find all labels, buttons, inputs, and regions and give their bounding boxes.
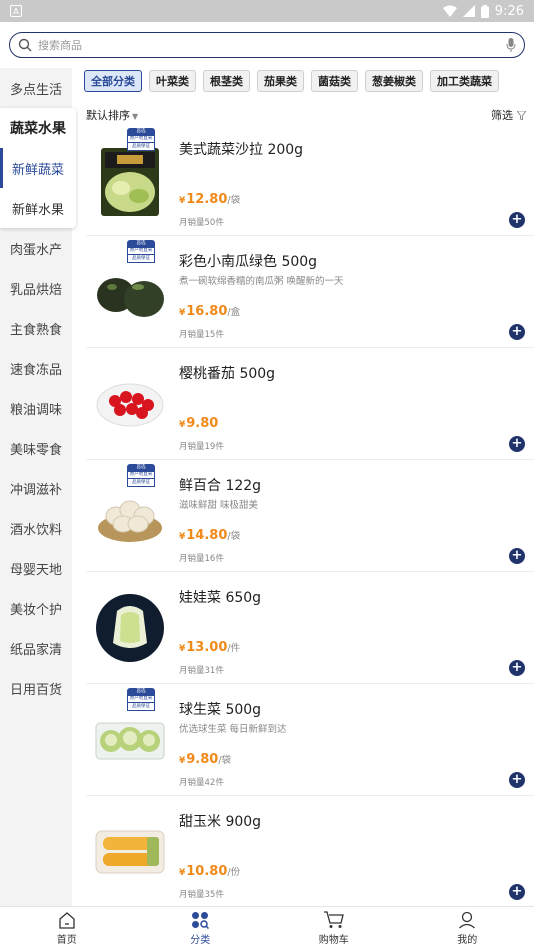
notification-icon: A (10, 5, 22, 17)
sidebar-item[interactable]: 酒水饮料 (0, 508, 72, 548)
sidebar-subitem-fresh-fruits[interactable]: 新鲜水果 (0, 188, 76, 228)
cart-icon (323, 911, 344, 928)
product-sales: 月销量19件 (179, 442, 224, 452)
sort-bar: 默认排序 ▼ 筛选 (86, 106, 526, 124)
sidebar-item[interactable]: 日用百货 (0, 668, 72, 708)
sort-dropdown[interactable]: 默认排序 ▼ (86, 107, 138, 123)
search-box[interactable] (9, 32, 525, 58)
add-to-cart-button[interactable]: + (509, 212, 525, 228)
add-to-cart-button[interactable]: + (509, 884, 525, 900)
sidebar-item[interactable]: 冲调滋补 (0, 468, 72, 508)
battery-icon (480, 4, 489, 18)
sidebar-item[interactable]: 美味零食 (0, 428, 72, 468)
product-price: ¥10.80/份 (179, 864, 241, 879)
product-item[interactable]: 首选 原产地直采 品质保证 彩色小南瓜绿色 500g 煮一碗软绵香糯的南瓜粥 唤醒新… (86, 236, 534, 348)
tab-all[interactable]: 全部分类 (84, 70, 142, 92)
product-sales: 月销量15件 (179, 330, 224, 340)
sidebar-item[interactable]: 母婴天地 (0, 548, 72, 588)
product-desc: 滋味鲜甜 味极甜美 (179, 500, 259, 511)
funnel-icon (517, 110, 526, 120)
product-price: ¥14.80/袋 (179, 528, 241, 543)
filter-button[interactable]: 筛选 (491, 107, 526, 123)
origin-badge: 首选 原产地直采 品质保证 (127, 240, 155, 264)
product-image-baby-cabbage (92, 584, 168, 672)
subcategory-tabs: 全部分类 叶菜类 根茎类 茄果类 菌菇类 葱姜椒类 加工类蔬菜 (84, 70, 499, 92)
search-icon (18, 38, 32, 52)
add-to-cart-button[interactable]: + (509, 660, 525, 676)
product-price: ¥9.80/袋 (179, 752, 232, 767)
sidebar-item[interactable]: 主食熟食 (0, 308, 72, 348)
product-item[interactable]: 樱桃番茄 500g ¥9.80 月销量19件 + (86, 348, 534, 460)
sidebar-item[interactable]: 美妆个护 (0, 588, 72, 628)
product-sales: 月销量50件 (179, 218, 224, 228)
nav-mine[interactable]: 我的 (401, 907, 534, 950)
product-price: ¥13.00/件 (179, 640, 241, 655)
category-sidebar: 多点生活 蔬菜水果 新鲜蔬菜 新鲜水果 肉蛋水产 乳品烘焙 主食熟食 速食冻品 … (0, 68, 76, 906)
sidebar-item[interactable]: 纸品家清 (0, 628, 72, 668)
caret-down-icon: ▼ (132, 112, 139, 121)
status-bar: A 9:26 (0, 0, 534, 22)
home-icon (59, 911, 75, 929)
product-name: 甜玉米 900g (179, 814, 262, 830)
origin-badge: 首选 原产地直采 品质保证 (127, 688, 155, 712)
product-price: ¥12.80/袋 (179, 192, 241, 207)
sidebar-item[interactable]: 乳品烘焙 (0, 268, 72, 308)
sidebar-subitem-fresh-vegetables[interactable]: 新鲜蔬菜 (0, 148, 76, 188)
product-item[interactable]: 首选 原产地直采 品质保证 鲜百合 122g 滋味鲜甜 味极甜美 ¥14.80/袋 … (86, 460, 534, 572)
tab-mushroom[interactable]: 菌菇类 (311, 70, 358, 92)
add-to-cart-button[interactable]: + (509, 324, 525, 340)
product-name: 球生菜 500g (179, 702, 262, 718)
nav-cart[interactable]: 购物车 (267, 907, 401, 950)
product-item[interactable]: 娃娃菜 650g ¥13.00/件 月销量31件 + (86, 572, 534, 684)
product-item[interactable]: 首选 原产地直采 品质保证 球生菜 500g 优选球生菜 每日新鲜到达 ¥9.80/… (86, 684, 534, 796)
tab-solanaceous[interactable]: 茄果类 (257, 70, 304, 92)
add-to-cart-button[interactable]: + (509, 436, 525, 452)
sidebar-item[interactable]: 速食冻品 (0, 348, 72, 388)
product-desc: 煮一碗软绵香糯的南瓜粥 唤醒新的一天 (179, 276, 344, 287)
tab-leafy[interactable]: 叶菜类 (149, 70, 196, 92)
product-desc: 优选球生菜 每日新鲜到达 (179, 724, 287, 735)
product-sales: 月销量35件 (179, 890, 224, 900)
product-price: ¥9.80 (179, 416, 219, 431)
status-time: 9:26 (494, 3, 524, 19)
microphone-icon[interactable] (506, 38, 516, 52)
origin-badge: 首选 原产地直采 品质保证 (127, 464, 155, 488)
sidebar-item[interactable]: 粮油调味 (0, 388, 72, 428)
search-bar (0, 22, 534, 68)
product-item[interactable]: 首选 原产地直采 品质保证 美式蔬菜沙拉 200g ¥12.80/袋 月销量50件 … (86, 124, 534, 236)
product-image-sweet-corn (92, 808, 168, 896)
sidebar-item[interactable]: 肉蛋水产 (0, 228, 72, 268)
nav-home[interactable]: 首页 (0, 907, 134, 950)
product-sales: 月销量42件 (179, 778, 224, 788)
product-name: 鲜百合 122g (179, 478, 262, 494)
bottom-nav: 首页 分类 购物车 我的 (0, 906, 534, 950)
origin-badge: 首选 原产地直采 品质保证 (127, 128, 155, 152)
sidebar-list: 肉蛋水产 乳品烘焙 主食熟食 速食冻品 粮油调味 美味零食 冲调滋补 酒水饮料 … (0, 228, 72, 708)
nav-category[interactable]: 分类 (134, 907, 268, 950)
sidebar-group-title[interactable]: 蔬菜水果 (0, 108, 76, 148)
product-name: 娃娃菜 650g (179, 590, 262, 606)
add-to-cart-button[interactable]: + (509, 548, 525, 564)
sidebar-item-duodian[interactable]: 多点生活 (0, 68, 72, 108)
product-name: 彩色小南瓜绿色 500g (179, 254, 318, 270)
add-to-cart-button[interactable]: + (509, 772, 525, 788)
category-icon (192, 912, 210, 929)
search-input[interactable] (38, 38, 506, 52)
product-list: 首选 原产地直采 品质保证 美式蔬菜沙拉 200g ¥12.80/袋 月销量50件 … (72, 124, 534, 908)
user-icon (459, 911, 476, 929)
product-name: 樱桃番茄 500g (179, 366, 276, 382)
product-sales: 月销量16件 (179, 554, 224, 564)
signal-icon (462, 5, 475, 17)
product-item[interactable]: 甜玉米 900g ¥10.80/份 月销量35件 + (86, 796, 534, 908)
product-name: 美式蔬菜沙拉 200g (179, 142, 304, 158)
tab-root[interactable]: 根茎类 (203, 70, 250, 92)
product-sales: 月销量31件 (179, 666, 224, 676)
sidebar-group-vegetables-fruits: 蔬菜水果 新鲜蔬菜 新鲜水果 (0, 108, 76, 228)
wifi-icon (442, 5, 457, 17)
tab-onion-ginger-pepper[interactable]: 葱姜椒类 (365, 70, 423, 92)
product-price: ¥16.80/盒 (179, 304, 241, 319)
product-image-cherry-tomato (92, 360, 168, 448)
tab-processed[interactable]: 加工类蔬菜 (430, 70, 499, 92)
